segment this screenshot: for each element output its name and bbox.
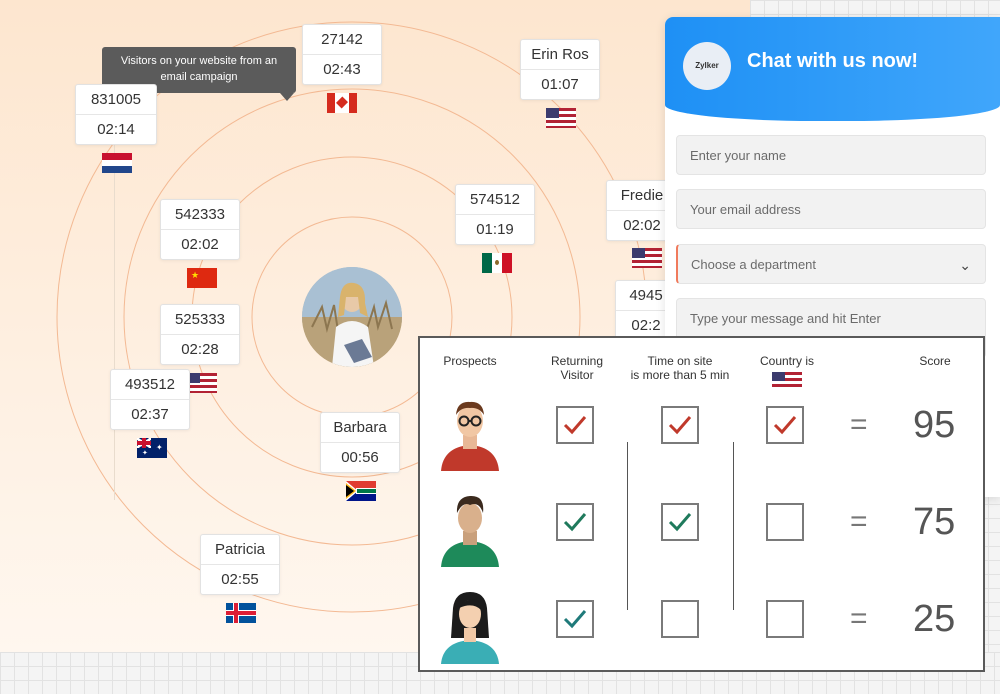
returning-checkbox[interactable]: [556, 406, 594, 444]
visitor-time: 02:37: [131, 406, 169, 423]
female-prospect-avatar: [437, 588, 503, 664]
male-prospect-avatar: [437, 491, 503, 567]
score-value: 25: [913, 598, 956, 640]
department-select-label: Choose a department: [691, 257, 817, 272]
returning-header-line2: Visitor: [560, 368, 594, 382]
visitor-id: 493512: [111, 370, 189, 400]
score-header: Score: [919, 354, 951, 368]
visitor-id: Barbara: [321, 413, 399, 443]
visitor-time: 00:56: [341, 449, 379, 466]
time-checkbox[interactable]: [661, 503, 699, 541]
visitor-id: 542333: [161, 200, 239, 230]
returning-header-line1: Returning: [550, 354, 604, 368]
score-value: 95: [913, 404, 956, 446]
visitor-time: 02:14: [97, 121, 135, 138]
visitor-card[interactable]: 27142 02:43: [302, 24, 382, 85]
visitor-card[interactable]: Erin Ros 01:07: [520, 39, 600, 100]
visitor-id: 27142: [303, 25, 381, 55]
company-logo: Zylker: [683, 42, 731, 90]
returning-checkbox[interactable]: [556, 600, 594, 638]
time-checkbox[interactable]: [661, 406, 699, 444]
visitor-time: 02:55: [221, 571, 259, 588]
usa-flag-icon: [546, 108, 576, 128]
south-africa-flag-icon: [346, 481, 376, 501]
prospects-header: Prospects: [443, 354, 497, 368]
timeline-line: [114, 120, 115, 500]
visitor-card[interactable]: 493512 02:37: [110, 369, 190, 430]
time-header-line1: Time on site: [647, 354, 713, 368]
country-checkbox[interactable]: [766, 503, 804, 541]
visitor-time: 02:28: [181, 341, 219, 358]
name-field[interactable]: Enter your name: [676, 135, 986, 175]
visitor-id: 525333: [161, 305, 239, 335]
country-checkbox[interactable]: [766, 406, 804, 444]
tooltip-line2: email campaign: [160, 71, 238, 83]
operator-avatar: [302, 267, 402, 367]
visitor-id: 831005: [76, 85, 156, 115]
usa-flag-icon: [632, 248, 662, 268]
equals-sign: =: [850, 408, 868, 441]
returning-checkbox[interactable]: [556, 503, 594, 541]
mexico-flag-icon: [482, 253, 512, 273]
chat-header: Zylker Chat with us now!: [665, 17, 1000, 121]
australia-flag-icon: ✦ ✦: [137, 438, 167, 458]
visitor-card[interactable]: 542333 02:02: [160, 199, 240, 260]
china-flag-icon: ★: [187, 268, 217, 288]
email-field[interactable]: Your email address: [676, 189, 986, 229]
equals-sign: =: [850, 602, 868, 635]
lead-scoring-table: Prospects Returning Visitor Time on site…: [418, 336, 985, 672]
visitor-card[interactable]: 525333 02:28: [160, 304, 240, 365]
department-select[interactable]: Choose a department ⌄: [676, 244, 986, 284]
usa-flag-icon: [187, 373, 217, 393]
usa-flag-icon: [772, 372, 802, 392]
time-checkbox[interactable]: [661, 600, 699, 638]
chevron-down-icon: ⌄: [959, 257, 971, 273]
netherlands-flag-icon: [102, 153, 132, 173]
visitor-time: 01:07: [541, 76, 579, 93]
equals-sign: =: [850, 505, 868, 538]
returning-visitor-header: Returning Visitor: [537, 354, 617, 382]
visitor-id: Patricia: [201, 535, 279, 565]
visitor-card[interactable]: Patricia 02:55: [200, 534, 280, 595]
country-header: Country is: [759, 354, 815, 368]
canada-flag-icon: [327, 93, 357, 113]
time-on-site-header: Time on site is more than 5 min: [620, 354, 740, 382]
iceland-flag-icon: [226, 603, 256, 623]
column-divider: [627, 442, 628, 610]
visitor-card[interactable]: 574512 01:19: [455, 184, 535, 245]
visitor-card[interactable]: 831005 02:14: [75, 84, 157, 145]
country-checkbox[interactable]: [766, 600, 804, 638]
visitor-card[interactable]: Barbara 00:56: [320, 412, 400, 473]
tooltip-line1: Visitors on your website from an: [120, 55, 278, 67]
time-header-line2: is more than 5 min: [630, 368, 730, 382]
visitor-time: 02:43: [323, 61, 361, 78]
score-value: 75: [913, 501, 956, 543]
column-divider: [733, 442, 734, 610]
chat-title: Chat with us now!: [747, 50, 919, 72]
visitor-id: 574512: [456, 185, 534, 215]
visitor-id: Erin Ros: [521, 40, 599, 70]
visitor-time: 01:19: [476, 221, 514, 238]
visitor-time: 02:02: [181, 236, 219, 253]
male-prospect-avatar: [437, 395, 503, 471]
